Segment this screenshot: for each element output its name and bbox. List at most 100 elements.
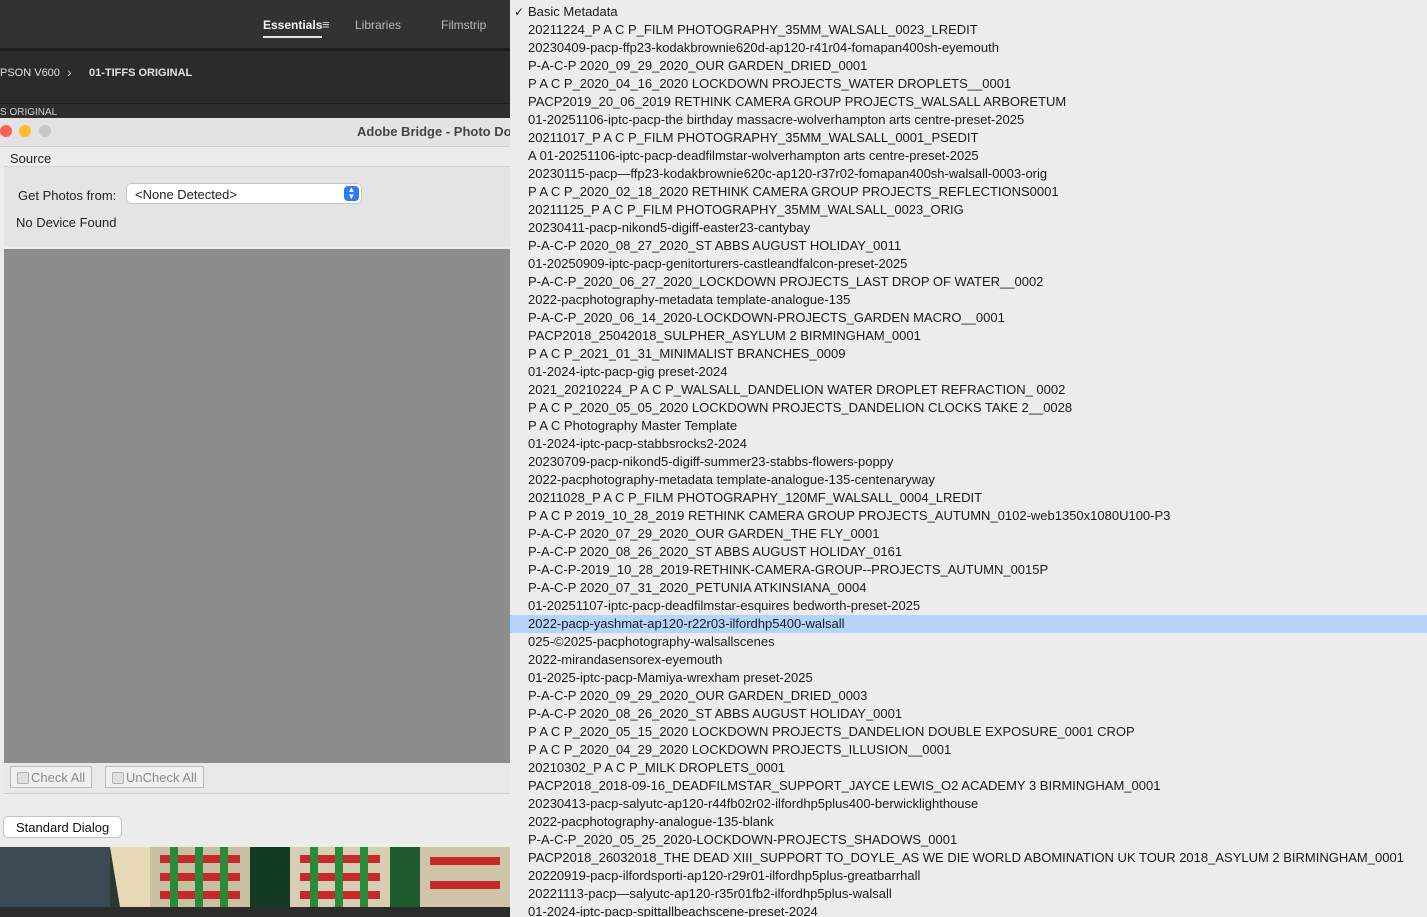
check-all-label: Check All <box>31 770 86 785</box>
menu-item[interactable]: 01-2024-iptc-pacp-gig preset-2024 <box>510 363 1427 381</box>
menu-item[interactable]: 2021_20210224_P A C P_WALSALL_DANDELION … <box>510 381 1427 399</box>
photo-downloader-dialog: Adobe Bridge - Photo Downloader Source G… <box>0 118 510 847</box>
menu-item[interactable]: P A C Photography Master Template <box>510 417 1427 435</box>
menu-item[interactable]: 20211017_P A C P_FILM PHOTOGRAPHY_35MM_W… <box>510 129 1427 147</box>
menu-item[interactable]: P-A-C-P_2020_06_27_2020_LOCKDOWN PROJECT… <box>510 273 1427 291</box>
menu-item[interactable]: 01-2024-iptc-pacp-spittallbeachscene-pre… <box>510 903 1427 917</box>
menu-item[interactable]: P A C P_2020_04_29_2020 LOCKDOWN PROJECT… <box>510 741 1427 759</box>
menu-item-label: P A C P_2020_02_18_2020 RETHINK CAMERA G… <box>528 184 1059 199</box>
check-all-button[interactable]: Check All <box>10 766 93 788</box>
menu-item-label: 20230115-pacp—ffp23-kodakbrownie620c-ap1… <box>528 166 1048 181</box>
menu-item[interactable]: 01-20251107-iptc-pacp-deadfilmstar-esqui… <box>510 597 1427 615</box>
workspace-menu-icon[interactable]: ≡ <box>322 17 330 32</box>
minimize-window-icon[interactable] <box>19 125 31 137</box>
menu-item[interactable]: 2022-pacphotography-metadata template-an… <box>510 471 1427 489</box>
menu-item-label: 2022-pacphotography-metadata template-an… <box>528 472 935 487</box>
menu-item-label: 20211224_P A C P_FILM PHOTOGRAPHY_35MM_W… <box>528 22 978 37</box>
menu-item-label: P-A-C-P 2020_07_31_2020_PETUNIA ATKINSIA… <box>528 580 867 595</box>
menu-item-label: 2022-pacphotography-metadata template-an… <box>528 292 851 307</box>
menu-item[interactable]: 20230115-pacp—ffp23-kodakbrownie620c-ap1… <box>510 165 1427 183</box>
menu-item[interactable]: PACP2018_26032018_THE DEAD XIII_SUPPORT … <box>510 849 1427 867</box>
menu-item[interactable]: P A C P_2020_05_15_2020 LOCKDOWN PROJECT… <box>510 723 1427 741</box>
menu-item[interactable]: P-A-C-P 2020_07_31_2020_PETUNIA ATKINSIA… <box>510 579 1427 597</box>
menu-item-label: 01-2024-iptc-pacp-gig preset-2024 <box>528 364 728 379</box>
uncheck-all-button[interactable]: UnCheck All <box>105 766 204 788</box>
menu-item[interactable]: P A C P_2021_01_31_MINIMALIST BRANCHES_0… <box>510 345 1427 363</box>
tab-filmstrip[interactable]: Filmstrip <box>441 18 486 32</box>
menu-item-label: 01-2024-iptc-pacp-stabbsrocks2-2024 <box>528 436 747 451</box>
menu-item[interactable]: 20221113-pacp—salyutc-ap120-r35r01fb2-il… <box>510 885 1427 903</box>
content-thumbnail-strip <box>0 847 510 907</box>
tab-essentials[interactable]: Essentials <box>263 18 323 38</box>
menu-item[interactable]: P-A-C-P 2020_07_29_2020_OUR GARDEN_THE F… <box>510 525 1427 543</box>
menu-item[interactable]: 20211224_P A C P_FILM PHOTOGRAPHY_35MM_W… <box>510 21 1427 39</box>
menu-item-label: P-A-C-P-2019_10_28_2019-RETHINK-CAMERA-G… <box>528 562 1049 577</box>
menu-item-label: P-A-C-P 2020_08_26_2020_ST ABBS AUGUST H… <box>528 544 903 559</box>
menu-item[interactable]: 20230409-pacp-ffp23-kodakbrownie620d-ap1… <box>510 39 1427 57</box>
menu-item-label: P A C P_2021_01_31_MINIMALIST BRANCHES_0… <box>528 346 846 361</box>
thumbnail-preview-area[interactable] <box>4 249 510 763</box>
menu-item-label: P-A-C-P_2020_06_27_2020_LOCKDOWN PROJECT… <box>528 274 1044 289</box>
menu-item-label: P A C P_2020_04_16_2020 LOCKDOWN PROJECT… <box>528 76 1012 91</box>
content-header-label: S ORIGINAL <box>0 107 58 118</box>
menu-item[interactable]: 2022-pacphotography-analogue-135-blank <box>510 813 1427 831</box>
menu-item[interactable]: 01-2025-iptc-pacp-Mamiya-wrexham preset-… <box>510 669 1427 687</box>
menu-item-label: P A C P 2019_10_28_2019 RETHINK CAMERA G… <box>528 508 1171 523</box>
path-bar: PSON V600 › 01-TIFFS ORIGINAL <box>0 50 510 103</box>
menu-item[interactable]: P-A-C-P-2019_10_28_2019-RETHINK-CAMERA-G… <box>510 561 1427 579</box>
zoom-window-icon[interactable] <box>39 125 51 137</box>
menu-item[interactable]: P-A-C-P 2020_08_26_2020_ST ABBS AUGUST H… <box>510 705 1427 723</box>
thumbnail-image <box>0 847 510 907</box>
menu-item[interactable]: 2022-mirandasensorex-eyemouth <box>510 651 1427 669</box>
menu-item[interactable]: PACP2018_2018-09-16_DEADFILMSTAR_SUPPORT… <box>510 777 1427 795</box>
menu-item[interactable]: A 01-20251106-iptc-pacp-deadfilmstar-wol… <box>510 147 1427 165</box>
menu-item-label: 20220919-pacp-ilfordsporti-ap120-r29r01-… <box>528 868 921 883</box>
menu-item[interactable]: P A C P_2020_02_18_2020 RETHINK CAMERA G… <box>510 183 1427 201</box>
menu-item[interactable]: 2022-pacp-yashmat-ap120-r22r03-ilfordhp5… <box>510 615 1427 633</box>
menu-item[interactable]: 20211028_P A C P_FILM PHOTOGRAPHY_120MF_… <box>510 489 1427 507</box>
menu-item-label: P-A-C-P 2020_09_29_2020_OUR GARDEN_DRIED… <box>528 58 868 73</box>
get-photos-select[interactable]: <None Detected> ▲ ▼ <box>126 183 362 204</box>
uncheck-all-icon <box>112 772 124 784</box>
menu-item[interactable]: PACP2018_25042018_SULPHER_ASYLUM 2 BIRMI… <box>510 327 1427 345</box>
check-all-icon <box>17 772 29 784</box>
menu-item[interactable]: P-A-C-P_2020_05_25_2020-LOCKDOWN-PROJECT… <box>510 831 1427 849</box>
close-window-icon[interactable] <box>0 125 12 137</box>
content-header: S ORIGINAL <box>0 104 510 118</box>
workspace-bar: Essentials ≡ Libraries Filmstrip <box>0 0 510 48</box>
menu-item[interactable]: 20230413-pacp-salyutc-ap120-r44fb02r02-i… <box>510 795 1427 813</box>
menu-item[interactable]: P-A-C-P_2020_06_14_2020-LOCKDOWN-PROJECT… <box>510 309 1427 327</box>
path-segment-current[interactable]: 01-TIFFS ORIGINAL <box>89 67 192 79</box>
menu-item[interactable]: ✓ Basic Metadata <box>510 3 1427 21</box>
menu-item[interactable]: 01-2024-iptc-pacp-stabbsrocks2-2024 <box>510 435 1427 453</box>
menu-item[interactable]: P A C P_2020_04_16_2020 LOCKDOWN PROJECT… <box>510 75 1427 93</box>
menu-item-label: P-A-C-P_2020_06_14_2020-LOCKDOWN-PROJECT… <box>528 310 1005 325</box>
standard-dialog-button[interactable]: Standard Dialog <box>3 816 123 838</box>
select-stepper-icon: ▲ ▼ <box>344 186 359 201</box>
menu-item[interactable]: 025-©2025-pacphotography-walsallscenes <box>510 633 1427 651</box>
checkmark-icon: ✓ <box>514 5 525 19</box>
menu-item[interactable]: P A C P_2020_05_05_2020 LOCKDOWN PROJECT… <box>510 399 1427 417</box>
menu-item[interactable]: 01-20251106-iptc-pacp-the birthday massa… <box>510 111 1427 129</box>
menu-item[interactable]: 20230709-pacp-nikond5-digiff-summer23-st… <box>510 453 1427 471</box>
menu-item[interactable]: 20230411-pacp-nikond5-digiff-easter23-ca… <box>510 219 1427 237</box>
menu-item-label: P A C Photography Master Template <box>528 418 738 433</box>
menu-item[interactable]: 20220919-pacp-ilfordsporti-ap120-r29r01-… <box>510 867 1427 885</box>
menu-item[interactable]: P-A-C-P 2020_08_27_2020_ST ABBS AUGUST H… <box>510 237 1427 255</box>
source-panel <box>4 166 510 247</box>
get-photos-value: <None Detected> <box>135 187 237 202</box>
menu-item[interactable]: 01-20250909-iptc-pacp-genitorturers-cast… <box>510 255 1427 273</box>
menu-item[interactable]: 2022-pacphotography-metadata template-an… <box>510 291 1427 309</box>
tab-libraries[interactable]: Libraries <box>355 18 401 32</box>
menu-item[interactable]: P-A-C-P 2020_08_26_2020_ST ABBS AUGUST H… <box>510 543 1427 561</box>
path-segment-scanner[interactable]: PSON V600 <box>0 67 60 79</box>
menu-item-label: 2022-pacp-yashmat-ap120-r22r03-ilfordhp5… <box>528 616 845 631</box>
menu-item[interactable]: P-A-C-P 2020_09_29_2020_OUR GARDEN_DRIED… <box>510 57 1427 75</box>
dialog-titlebar[interactable]: Adobe Bridge - Photo Downloader <box>0 118 510 147</box>
menu-item[interactable]: 20210302_P A C P_MILK DROPLETS_0001 <box>510 759 1427 777</box>
menu-item[interactable]: P-A-C-P 2020_09_29_2020_OUR GARDEN_DRIED… <box>510 687 1427 705</box>
menu-item[interactable]: 20211125_P A C P_FILM PHOTOGRAPHY_35MM_W… <box>510 201 1427 219</box>
menu-item-label: PACP2019_20_06_2019 RETHINK CAMERA GROUP… <box>528 94 1067 109</box>
menu-item[interactable]: P A C P 2019_10_28_2019 RETHINK CAMERA G… <box>510 507 1427 525</box>
menu-item[interactable]: PACP2019_20_06_2019 RETHINK CAMERA GROUP… <box>510 93 1427 111</box>
